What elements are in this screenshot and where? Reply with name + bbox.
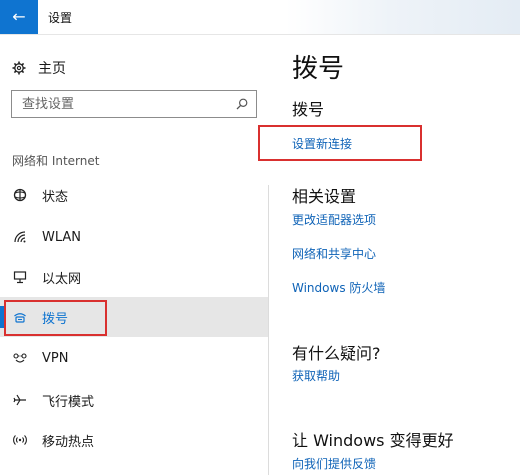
vertical-divider (268, 185, 269, 475)
search-input[interactable] (22, 94, 222, 114)
home-label: 主页 (38, 61, 66, 77)
airplane-icon (12, 392, 28, 408)
setup-new-connection-link[interactable]: 设置新连接 (292, 135, 352, 152)
vpn-icon (12, 350, 28, 366)
status-icon (12, 187, 28, 203)
hotspot-icon (12, 432, 28, 448)
window-title: 设置 (48, 11, 73, 25)
search-box[interactable] (11, 90, 257, 118)
related-settings-title: 相关设置 (292, 187, 357, 206)
settings-window: ← 设置 主页 查找设置 网络和 Internet 状态 WLAN 以太网 拨号… (0, 0, 520, 475)
give-feedback-link[interactable]: 向我们提供反馈 (292, 455, 376, 472)
wlan-icon (12, 229, 28, 245)
page-title: 拨号 (292, 54, 345, 84)
section-label-network: 网络和 Internet (12, 154, 100, 168)
active-indicator (0, 306, 4, 328)
get-help-link[interactable]: 获取帮助 (292, 367, 340, 384)
sidebar-item-ethernet[interactable]: 以太网 (0, 257, 268, 297)
sidebar-item-airplane[interactable]: 飞行模式 (0, 380, 268, 420)
sidebar-item-dialup[interactable]: 拨号 (0, 297, 268, 337)
sidebar-item-label: WLAN (42, 229, 82, 245)
back-button[interactable]: ← (0, 0, 38, 34)
back-arrow-icon: ← (12, 7, 26, 26)
sidebar-item-status[interactable]: 状态 (0, 175, 268, 215)
sidebar-item-label: 拨号 (42, 311, 69, 327)
home-nav-item[interactable]: 主页 (12, 58, 66, 78)
windows-firewall-link[interactable]: Windows 防火墙 (292, 279, 385, 296)
sidebar-item-label: 以太网 (42, 271, 82, 287)
ethernet-icon (12, 269, 28, 285)
search-icon[interactable] (236, 98, 248, 110)
sidebar-item-wlan[interactable]: WLAN (0, 217, 268, 257)
sidebar-item-label: 移动热点 (42, 434, 95, 450)
sidebar-item-label: 状态 (42, 189, 69, 205)
main-content: 拨号 拨号 设置新连接 相关设置 更改适配器选项 网络和共享中心 Windows… (292, 0, 520, 475)
section-title-dialup: 拨号 (292, 100, 325, 119)
change-adapter-options-link[interactable]: 更改适配器选项 (292, 211, 376, 228)
gear-icon (12, 61, 26, 75)
sidebar-item-label: VPN (42, 350, 69, 366)
feedback-title: 让 Windows 变得更好 (292, 431, 454, 450)
dialup-icon (12, 309, 28, 325)
sidebar-item-hotspot[interactable]: 移动热点 (0, 420, 268, 460)
sidebar-item-label: 飞行模式 (42, 394, 95, 410)
questions-title: 有什么疑问? (292, 344, 381, 363)
network-sharing-center-link[interactable]: 网络和共享中心 (292, 245, 376, 262)
sidebar-item-vpn[interactable]: VPN (0, 338, 268, 378)
